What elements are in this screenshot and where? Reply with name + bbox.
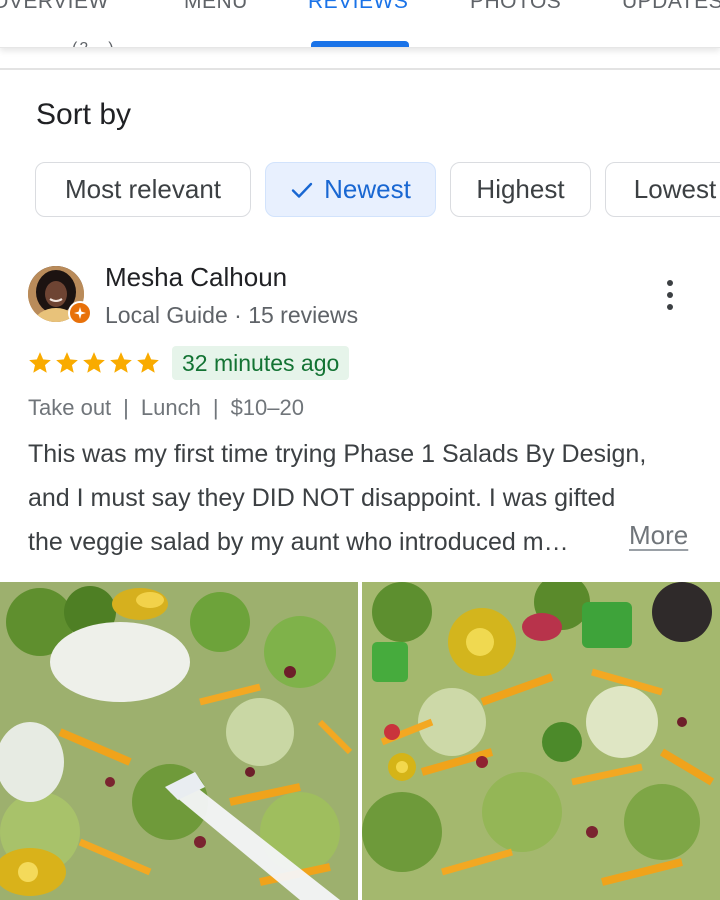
meal-type: Lunch xyxy=(140,395,201,420)
review-photo-1[interactable] xyxy=(0,582,358,900)
review-text-line: the veggie salad by my aunt who introduc… xyxy=(28,528,569,556)
sort-title: Sort by xyxy=(36,98,132,131)
reviewer-name[interactable]: Mesha Calhoun xyxy=(105,262,287,293)
rating-count-partial: (2…) xyxy=(72,40,116,47)
star-icon xyxy=(83,352,105,373)
tab-bar: OVERVIEW MENU REVIEWS PHOTOS UPDATES (2…… xyxy=(0,0,720,48)
review-text-line: This was my first time trying Phase 1 Sa… xyxy=(28,440,647,468)
divider xyxy=(0,68,720,70)
service-type: Take out xyxy=(28,395,112,420)
star-icon xyxy=(29,352,51,373)
sort-chips: Most relevant Newest Highest Lowest xyxy=(35,162,720,217)
review-text-line: and I must say they DID NOT disappoint. … xyxy=(28,484,616,512)
sort-chip-newest[interactable]: Newest xyxy=(265,162,436,217)
chip-label: Most relevant xyxy=(64,174,222,204)
salad-photo-2 xyxy=(362,582,720,900)
sort-chip-lowest[interactable]: Lowest xyxy=(605,162,720,217)
chip-label: Newest xyxy=(324,174,411,204)
tab-reviews[interactable]: REVIEWS xyxy=(308,0,408,14)
sort-chip-highest[interactable]: Highest xyxy=(450,162,591,217)
star-icon xyxy=(110,352,132,373)
more-options-icon[interactable] xyxy=(660,280,680,310)
service-details: Take out | Lunch | $10–20 xyxy=(28,395,304,420)
chip-label: Highest xyxy=(476,174,565,204)
chip-label: Lowest xyxy=(633,174,717,204)
star-icon xyxy=(137,352,159,373)
tab-photos[interactable]: PHOTOS xyxy=(470,0,561,14)
tab-updates[interactable]: UPDATES xyxy=(622,0,720,14)
review-time-badge: 32 minutes ago xyxy=(172,346,350,380)
tab-menu[interactable]: MENU xyxy=(184,0,248,14)
reviewer-meta: Local Guide · 15 reviews xyxy=(105,302,359,328)
sort-chip-most-relevant[interactable]: Most relevant xyxy=(35,162,251,217)
review-photo-2[interactable] xyxy=(362,582,720,900)
tab-overview[interactable]: OVERVIEW xyxy=(0,0,109,14)
local-guide-badge-icon xyxy=(68,301,92,325)
check-icon xyxy=(291,182,313,198)
star-icon xyxy=(56,352,78,373)
price-range: $10–20 xyxy=(230,395,304,420)
salad-photo-1 xyxy=(0,582,358,900)
active-tab-indicator xyxy=(311,41,409,47)
more-link[interactable]: More xyxy=(629,520,688,551)
star-rating xyxy=(27,350,161,376)
review-text: This was my first time trying Phase 1 Sa… xyxy=(28,432,698,564)
